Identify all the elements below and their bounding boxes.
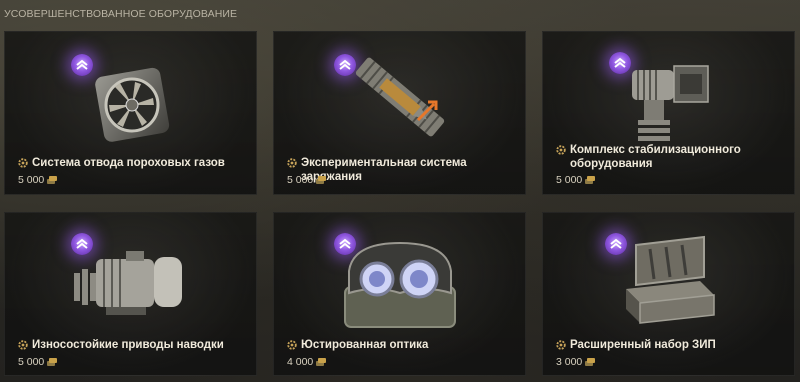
- equipment-card-gas-exhaust[interactable]: Система отвода пороховых газов 5 000: [4, 31, 257, 195]
- credits-icon: [47, 176, 58, 184]
- equipment-name: Расширенный набор ЗИП: [570, 339, 716, 351]
- equipment-name-row: Юстированная оптика: [287, 338, 515, 352]
- price-row: 5 000: [18, 174, 58, 186]
- loading-system-shell-icon: [340, 42, 460, 157]
- credits-icon: [585, 358, 596, 366]
- price-row: 5 000: [18, 356, 58, 368]
- equipment-name-row: Расширенный набор ЗИП: [556, 338, 784, 352]
- equipment-name: Экспериментальная система заряжания: [301, 157, 467, 183]
- equipment-card-stabilizer[interactable]: Комплекс стабилизационного оборудования …: [542, 31, 795, 195]
- equipment-grid: Система отвода пороховых газов 5 000 Экс…: [0, 0, 800, 382]
- equipment-name-row: Система отвода пороховых газов: [18, 156, 246, 170]
- equipment-card-toolbox[interactable]: Расширенный набор ЗИП 3 000: [542, 212, 795, 376]
- electric-motor-drive-icon: [66, 237, 196, 332]
- equipment-card-drives[interactable]: Износостойкие приводы наводки 5 000: [4, 212, 257, 376]
- equipment-price: 5 000: [18, 356, 45, 368]
- equipment-name: Юстированная оптика: [301, 339, 429, 351]
- equipment-card-optics[interactable]: Юстированная оптика 4 000: [273, 212, 526, 376]
- equipment-gear-icon: [18, 340, 28, 350]
- stabilizer-gearbox-icon: [614, 48, 724, 149]
- equipment-gear-icon: [556, 340, 566, 350]
- equipment-name: Износостойкие приводы наводки: [32, 339, 224, 351]
- credits-icon: [47, 358, 58, 366]
- price-row: 4 000: [287, 356, 327, 368]
- price-row: 3 000: [556, 356, 596, 368]
- price-row: 5 000: [556, 174, 596, 186]
- equipment-price: 5 000: [18, 174, 45, 186]
- equipment-name-row: Износостойкие приводы наводки: [18, 338, 246, 352]
- equipment-price: 5 000: [556, 174, 583, 186]
- binocular-optics-icon: [335, 235, 465, 340]
- equipment-gear-icon: [287, 340, 297, 350]
- credits-icon: [316, 358, 327, 366]
- equipment-name-row: Комплекс стабилизационного оборудования: [556, 143, 784, 171]
- credits-icon: [316, 176, 327, 184]
- toolbox-icon: [614, 231, 724, 336]
- price-row: 5 000: [287, 174, 327, 186]
- equipment-gear-icon: [556, 145, 566, 155]
- equipment-name: Комплекс стабилизационного оборудования: [570, 144, 741, 170]
- equipment-gear-icon: [18, 158, 28, 168]
- gas-exhaust-fan-icon: [81, 52, 181, 157]
- equipment-price: 3 000: [556, 356, 583, 368]
- equipment-gear-icon: [287, 158, 297, 168]
- equipment-price: 5 000: [287, 174, 314, 186]
- equipment-name: Система отвода пороховых газов: [32, 157, 225, 169]
- equipment-card-loading-system[interactable]: Экспериментальная система заряжания 5 00…: [273, 31, 526, 195]
- credits-icon: [585, 176, 596, 184]
- equipment-price: 4 000: [287, 356, 314, 368]
